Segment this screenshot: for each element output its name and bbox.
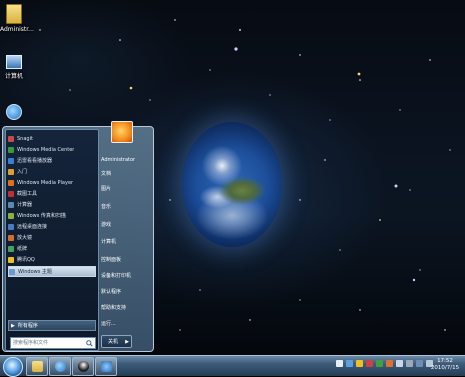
place-item-user[interactable]: Administrator: [99, 155, 149, 164]
system-tray: [336, 360, 433, 367]
place-item-control-panel[interactable]: 控制面板: [99, 255, 149, 264]
shutdown-button[interactable]: 关机: [101, 335, 125, 348]
program-item[interactable]: Windows 传真和扫描: [8, 211, 94, 220]
search-icon: [86, 339, 93, 347]
magnifier-icon: [8, 234, 14, 241]
program-label: 计算器: [17, 202, 33, 208]
taskbar-qq-button[interactable]: [72, 357, 94, 376]
network-icon: [100, 361, 112, 372]
remote-desktop-icon: [8, 223, 14, 230]
program-item[interactable]: 放大镜: [8, 233, 94, 242]
tray-shield-icon[interactable]: [336, 360, 343, 367]
snagit-icon: [8, 135, 14, 142]
solitaire-icon: [8, 245, 14, 252]
place-item-documents[interactable]: 文档: [99, 169, 149, 178]
program-item[interactable]: 纸牌: [8, 244, 94, 253]
program-item[interactable]: 入门: [8, 167, 94, 176]
program-label: 迅雷看看播放器: [17, 158, 53, 164]
program-label: 截图工具: [17, 191, 38, 197]
program-label: Windows 主题: [18, 269, 52, 275]
program-item[interactable]: 迅雷看看播放器: [8, 156, 94, 165]
user-avatar[interactable]: [111, 121, 133, 143]
tray-app-icon[interactable]: [366, 360, 373, 367]
folder-icon: [6, 4, 22, 24]
tray-battery-icon[interactable]: [416, 360, 423, 367]
program-label: 纸牌: [17, 246, 28, 252]
program-item[interactable]: Windows Media Player: [8, 178, 94, 187]
media-player-icon: [8, 179, 14, 186]
desktop: Administr... 计算机 Snagit Windows Media Ce…: [0, 0, 465, 355]
taskbar: 17:52 2010/7/15: [0, 355, 465, 377]
start-menu-places-pane: Administrator 文档 图片 音乐 游戏 计算机 控制面板 设备和打印…: [99, 121, 151, 349]
qq-penguin-icon: [77, 361, 89, 372]
taskbar-ie-button[interactable]: [49, 357, 71, 376]
taskbar-network-button[interactable]: [95, 357, 117, 376]
clock-date: 2010/7/15: [430, 365, 460, 371]
snipping-tool-icon: [8, 190, 14, 197]
tray-flag-icon[interactable]: [406, 360, 413, 367]
computer-icon: [6, 55, 22, 69]
desktop-icon-computer[interactable]: 计算机: [0, 55, 28, 80]
program-label: 放大镜: [17, 235, 33, 241]
program-item[interactable]: 远程桌面连接: [8, 222, 94, 231]
tray-qq-icon[interactable]: [356, 360, 363, 367]
all-programs-label: 所有程序: [17, 323, 38, 329]
folder-icon: [31, 361, 43, 372]
place-item-default-programs[interactable]: 默认程序: [99, 287, 149, 296]
program-label: Snagit: [17, 135, 33, 142]
search-input[interactable]: [11, 339, 85, 347]
place-item-music[interactable]: 音乐: [99, 202, 149, 211]
shutdown-options-button[interactable]: ▶: [123, 335, 132, 348]
program-label: Windows Media Center: [17, 146, 75, 153]
place-item-games[interactable]: 游戏: [99, 220, 149, 229]
program-item[interactable]: 截图工具: [8, 189, 94, 198]
player-icon: [8, 157, 14, 164]
program-item[interactable]: 腾讯QQ: [8, 255, 94, 264]
start-menu: Snagit Windows Media Center 迅雷看看播放器 入门 W…: [2, 121, 154, 352]
wallpaper-watermark: [388, 34, 440, 48]
desktop-icon-network[interactable]: [0, 104, 28, 122]
desktop-icon-administrator[interactable]: Administr...: [0, 4, 34, 33]
program-item[interactable]: Snagit: [8, 134, 94, 143]
tray-app-icon[interactable]: [376, 360, 383, 367]
desktop-icon-label: 计算机: [4, 73, 23, 80]
program-item[interactable]: Windows Media Center: [8, 145, 94, 154]
program-label: Windows Media Player: [17, 179, 74, 186]
taskbar-clock[interactable]: 17:52 2010/7/15: [428, 358, 462, 372]
tray-network-icon[interactable]: [346, 360, 353, 367]
all-programs-button[interactable]: ▶ 所有程序: [8, 320, 96, 331]
network-icon: [6, 104, 22, 120]
fax-scan-icon: [8, 212, 14, 219]
start-menu-programs-pane: Snagit Windows Media Center 迅雷看看播放器 入门 W…: [5, 129, 99, 351]
search-box[interactable]: [10, 337, 96, 349]
getting-started-icon: [8, 168, 14, 175]
program-label: 远程桌面连接: [17, 224, 48, 230]
desktop-icon-label: Administr...: [0, 26, 34, 33]
place-item-help-support[interactable]: 帮助和支持: [99, 303, 149, 312]
tray-app-icon[interactable]: [386, 360, 393, 367]
earth-wallpaper-image: [182, 122, 282, 247]
media-center-icon: [8, 146, 14, 153]
program-label: Windows 传真和扫描: [17, 213, 66, 219]
program-label: 入门: [17, 169, 28, 175]
place-item-pictures[interactable]: 图片: [99, 184, 149, 193]
place-item-computer[interactable]: 计算机: [99, 237, 149, 246]
tray-volume-icon[interactable]: [396, 360, 403, 367]
start-button[interactable]: [3, 357, 23, 377]
place-item-run[interactable]: 运行...: [99, 319, 149, 328]
qq-icon: [8, 256, 14, 263]
clock-time: 17:52: [437, 358, 453, 364]
internet-explorer-icon: [54, 361, 66, 372]
theme-icon: [9, 268, 15, 275]
program-item[interactable]: 计算器: [8, 200, 94, 209]
taskbar-explorer-button[interactable]: [26, 357, 48, 376]
place-item-devices-printers[interactable]: 设备和打印机: [99, 271, 149, 280]
program-label: 腾讯QQ: [17, 257, 35, 263]
calculator-icon: [8, 201, 14, 208]
arrow-right-icon: ▶: [11, 322, 15, 329]
program-item-selected[interactable]: Windows 主题: [8, 266, 96, 277]
